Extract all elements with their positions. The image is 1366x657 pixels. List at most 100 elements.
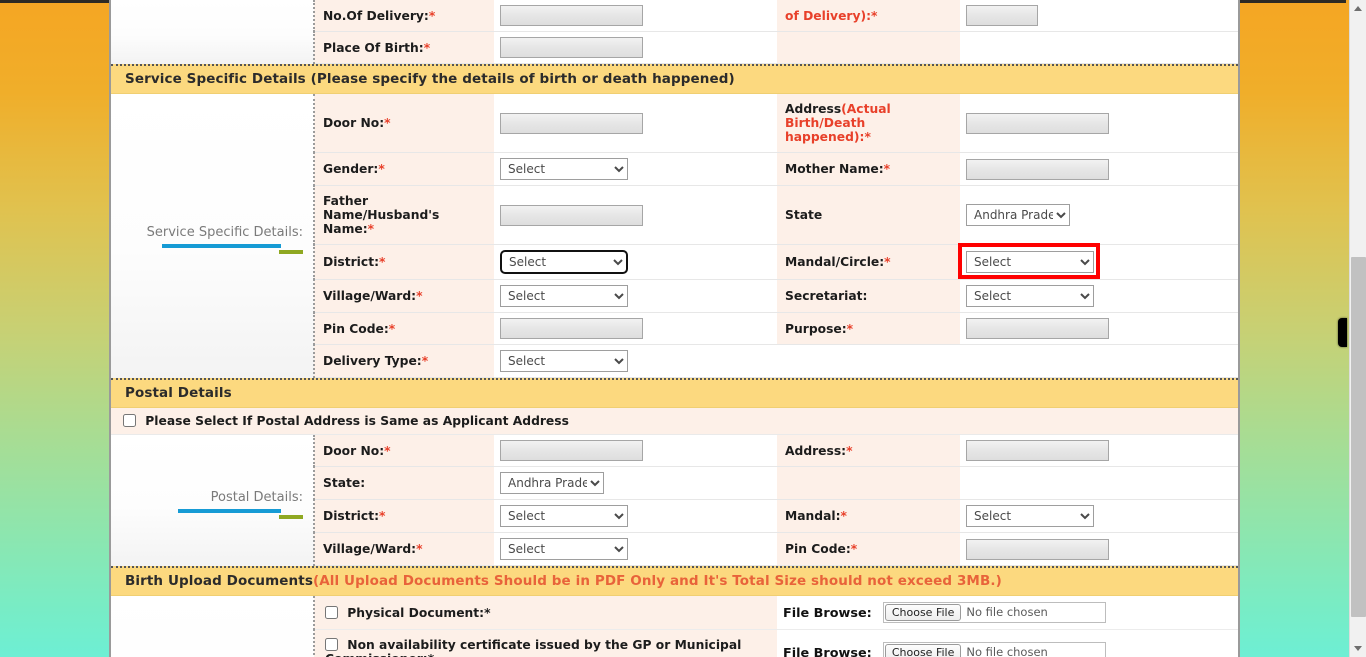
postal-pin-code-input[interactable] [966, 538, 1109, 560]
mandal-circle-select[interactable]: Select [966, 251, 1094, 273]
file-input-non-availability-certificate[interactable]: Choose File No file chosen [882, 641, 1106, 657]
underline-olive-bar [279, 250, 303, 255]
district-service-select[interactable]: Select [500, 250, 628, 274]
required-star: * [416, 542, 423, 556]
postal-state-select[interactable]: Andhra Pradesh [500, 472, 604, 494]
file-browse-label: File Browse: [783, 645, 872, 657]
purpose-input[interactable] [966, 318, 1109, 339]
label-no-of-delivery: No.Of Delivery:* [314, 0, 494, 32]
browser-scrollbar[interactable] [1349, 0, 1366, 657]
field-postal-state: Andhra Pradesh [494, 466, 777, 500]
field-delivery-tail [960, 0, 1238, 32]
service-specific-table: Service Specific Details: Door No:* Addr… [111, 94, 1238, 378]
label-text: Pin Code: [323, 321, 389, 336]
secretariat-select[interactable]: Select [966, 285, 1094, 307]
required-star: * [379, 255, 386, 269]
table-row: No.Of Delivery:* of Delivery):* [111, 0, 1238, 64]
label-text: No.Of Delivery: [323, 8, 429, 23]
label-text: Address: [785, 443, 847, 458]
postal-mandal-select[interactable]: Select [966, 505, 1094, 527]
postal-same-as-applicant-row[interactable]: Please Select If Postal Address is Same … [111, 408, 1238, 435]
form-container: No.Of Delivery:* of Delivery):* Place Of… [111, 0, 1238, 657]
section-header-service-specific: Service Specific Details (Please specify… [111, 64, 1238, 94]
no-of-delivery-input[interactable] [500, 5, 643, 26]
scrollbar-thumb[interactable] [1351, 257, 1366, 617]
postal-door-no-input[interactable] [500, 440, 643, 461]
non-availability-certificate-checkbox[interactable] [325, 638, 338, 651]
legend-underline [111, 244, 309, 255]
label-text: District: [323, 255, 379, 269]
doc-file-non-availability-certificate: File Browse: Choose File No file chosen [777, 629, 1238, 657]
partial-top-table: No.Of Delivery:* of Delivery):* Place Of… [111, 0, 1238, 64]
label-postal-pin-code: Pin Code:* [777, 532, 960, 566]
legend-cell-upload: Birth Upload Documents: [111, 596, 315, 657]
section-title-text: Postal Details [125, 385, 232, 401]
required-star: * [379, 509, 386, 523]
legend-cell-postal: Postal Details: [111, 435, 315, 566]
mother-name-input[interactable] [966, 158, 1109, 180]
label-mother-name: Mother Name:* [777, 152, 960, 186]
same-as-applicant-checkbox[interactable] [123, 414, 136, 427]
underline-blue-bar [162, 244, 281, 249]
field-postal-door-no [494, 435, 777, 467]
choose-file-button[interactable]: Choose File [884, 604, 962, 621]
required-star: * [367, 222, 375, 236]
label-text: Gender: [323, 162, 379, 176]
pin-code-service-input[interactable] [500, 318, 643, 339]
gender-select[interactable]: Select [500, 158, 628, 180]
required-star: * [384, 443, 391, 458]
label-pin-code-service: Pin Code:* [314, 312, 494, 345]
place-of-birth-input[interactable] [500, 37, 643, 58]
physical-document-checkbox[interactable] [325, 605, 338, 619]
field-purpose [960, 312, 1238, 345]
postal-district-select[interactable]: Select [500, 505, 628, 527]
label-postal-mandal: Mandal:* [777, 499, 960, 533]
label-service-door-no: Door No:* [314, 94, 494, 153]
required-star: * [416, 289, 423, 303]
field-secretariat: Select [960, 279, 1238, 313]
delivery-tail-input[interactable] [966, 5, 1038, 26]
section-header-birth-upload: Birth Upload Documents(All Upload Docume… [111, 566, 1238, 596]
label-text: State [785, 208, 823, 222]
scroll-down-arrow-icon[interactable] [1350, 640, 1366, 657]
scroll-up-arrow-icon[interactable] [1350, 0, 1366, 17]
underline-olive-bar [279, 514, 303, 519]
label-text: Physical Document: [347, 605, 485, 620]
label-postal-address: Address:* [777, 435, 960, 467]
side-drawer-handle[interactable] [1338, 318, 1347, 347]
label-text: Pin Code: [785, 542, 851, 556]
postal-village-ward-select[interactable]: Select [500, 538, 628, 560]
page-content: No.Of Delivery:* of Delivery):* Place Of… [109, 0, 1240, 657]
label-delivery-tail: of Delivery):* [777, 0, 960, 32]
label-delivery-type: Delivery Type:* [314, 344, 494, 378]
label-text: Secretariat: [785, 289, 868, 303]
field-empty [960, 31, 1238, 64]
label-text: Delivery Type: [323, 354, 422, 368]
field-postal-blank [960, 466, 1238, 500]
field-delivery-type: Select [494, 344, 777, 378]
choose-file-button[interactable]: Choose File [884, 643, 962, 657]
service-door-no-input[interactable] [500, 112, 643, 134]
field-gender: Select [494, 152, 777, 186]
label-text: Door No: [323, 116, 385, 130]
delivery-type-select[interactable]: Select [500, 350, 628, 372]
field-mother-name [960, 152, 1238, 186]
file-input-physical-document[interactable]: Choose File No file chosen [882, 602, 1106, 623]
father-husband-name-input[interactable] [500, 204, 643, 226]
label-text: Purpose: [785, 321, 847, 336]
field-pin-code-service [494, 312, 777, 345]
required-star: * [846, 321, 854, 336]
field-district-service: Select [494, 244, 777, 280]
field-blank-service [960, 344, 1238, 378]
label-empty [777, 31, 960, 64]
postal-address-input[interactable] [966, 440, 1109, 461]
state-service-select[interactable]: Andhra Pradesh [966, 204, 1070, 226]
label-father-husband-name: Father Name/Husband's Name:* [314, 185, 494, 245]
field-service-door-no [494, 94, 777, 153]
field-place-of-birth [494, 31, 777, 64]
label-text: Non availability certificate issued by t… [325, 638, 742, 657]
same-as-applicant-label: Please Select If Postal Address is Same … [145, 414, 569, 428]
required-star: * [871, 8, 878, 23]
village-ward-service-select[interactable]: Select [500, 285, 628, 307]
service-address-input[interactable] [966, 112, 1109, 134]
